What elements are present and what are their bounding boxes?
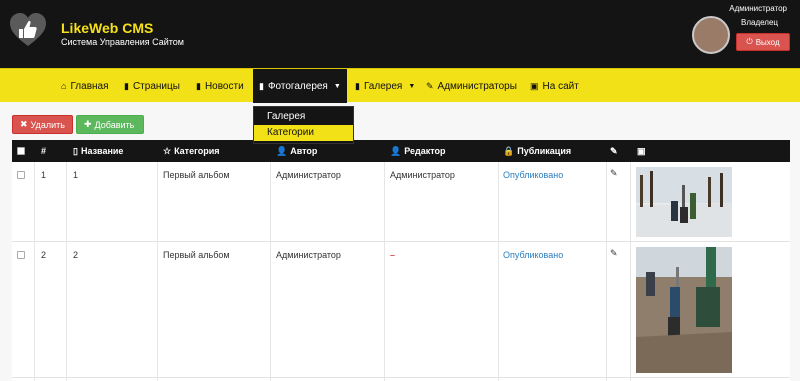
photo-thumbnail[interactable] xyxy=(636,167,732,237)
logout-label: Выход xyxy=(755,37,780,47)
nav-label: Страницы xyxy=(132,80,180,92)
lock-icon: 🔒 xyxy=(503,146,515,156)
column-header-category[interactable]: ☆ Категория xyxy=(163,140,220,162)
image-icon: ▣ xyxy=(530,80,539,91)
caret-down-icon: ▼ xyxy=(333,82,341,90)
file-icon: ▯ xyxy=(73,146,78,156)
column-header-image[interactable]: ▣ xyxy=(637,140,646,162)
app-header: LikeWeb CMS Система Управления Сайтом Ад… xyxy=(0,0,800,68)
nav-item-gallery[interactable]: ▮ Галерея ▼ xyxy=(349,69,421,103)
nav-label: Галерея xyxy=(363,80,403,92)
nav-item-administrators[interactable]: ✎ Администраторы xyxy=(420,69,523,103)
row-number: 2 xyxy=(41,250,47,260)
star-icon: ☆ xyxy=(163,146,172,156)
nav-item-news[interactable]: ▮ Новости xyxy=(190,69,250,103)
row-author: Администратор xyxy=(276,170,341,180)
table-row: 2 2 Первый альбом Администратор – Опубли… xyxy=(12,242,790,378)
nav-label: Фотогалерея xyxy=(267,80,328,92)
column-label: # xyxy=(41,146,47,156)
column-label: Название xyxy=(80,146,124,156)
close-icon: ✖ xyxy=(20,119,28,129)
row-number: 1 xyxy=(41,170,47,180)
edit-icon[interactable]: ✎ xyxy=(610,168,618,179)
row-checkbox[interactable] xyxy=(17,171,25,179)
main-navbar: ⌂ Главная ▮ Страницы ▮ Новости ▮ Фотогал… xyxy=(0,68,800,103)
logo-heart-thumbs-up-icon[interactable] xyxy=(8,10,48,50)
row-title[interactable]: 2 xyxy=(73,250,78,260)
add-label: Добавить xyxy=(94,119,135,130)
power-icon: ⏻ xyxy=(746,37,753,46)
add-button[interactable]: ✚ Добавить xyxy=(76,115,144,134)
nav-item-pages[interactable]: ▮ Страницы xyxy=(118,69,186,103)
column-label: Публикация xyxy=(517,146,572,156)
row-checkbox[interactable] xyxy=(17,251,25,259)
bookmark-icon: ▮ xyxy=(124,80,129,91)
avatar[interactable] xyxy=(692,16,730,54)
wrench-icon: ✎ xyxy=(426,80,434,91)
image-icon: ▣ xyxy=(637,146,646,156)
edit-icon[interactable]: ✎ xyxy=(610,248,618,259)
column-label: Категория xyxy=(174,146,220,156)
photogallery-dropdown: Галерея Категории xyxy=(253,106,354,144)
photo-table: # ▯ Название ☆ Категория 👤 Автор 👤 Редак… xyxy=(12,140,790,381)
column-header-number[interactable]: # xyxy=(41,140,46,162)
row-author: Администратор xyxy=(276,250,341,260)
row-status-link[interactable]: Опубликовано xyxy=(503,250,563,260)
plus-icon: ✚ xyxy=(84,119,92,129)
nav-label: Администраторы xyxy=(437,80,517,92)
row-status-link[interactable]: Опубликовано xyxy=(503,170,563,180)
bookmark-icon: ▮ xyxy=(259,80,264,91)
logout-button[interactable]: ⏻ Выход xyxy=(736,33,790,51)
column-header-publication[interactable]: 🔒 Публикация xyxy=(503,140,571,162)
column-header-editor[interactable]: 👤 Редактор xyxy=(390,140,446,162)
column-label: Редактор xyxy=(404,146,446,156)
nav-item-home[interactable]: ⌂ Главная xyxy=(55,69,115,103)
nav-label: Новости xyxy=(204,80,244,92)
photo-thumbnail[interactable] xyxy=(636,247,732,373)
book-icon: ▮ xyxy=(196,80,201,91)
home-icon: ⌂ xyxy=(61,81,67,91)
nav-label: Главная xyxy=(70,80,109,92)
row-category: Первый альбом xyxy=(163,170,230,180)
bookmark-icon: ▮ xyxy=(355,80,360,91)
user-icon: 👤 xyxy=(390,146,402,156)
delete-button[interactable]: ✖ Удалить xyxy=(12,115,73,134)
brand-subtitle: Система Управления Сайтом xyxy=(61,37,184,47)
nav-item-to-site[interactable]: ▣ На сайт xyxy=(524,69,585,103)
edit-icon: ✎ xyxy=(610,146,618,156)
select-all-checkbox[interactable] xyxy=(17,147,25,155)
row-editor: – xyxy=(390,250,396,260)
row-title[interactable]: 1 xyxy=(73,170,78,180)
dropdown-item-categories[interactable]: Категории xyxy=(254,125,353,141)
column-header-title[interactable]: ▯ Название xyxy=(73,140,123,162)
table-row: 1 1 Первый альбом Администратор Админист… xyxy=(12,162,790,242)
user-name: Администратор xyxy=(729,4,787,13)
caret-down-icon: ▼ xyxy=(408,82,416,90)
dropdown-item-gallery[interactable]: Галерея xyxy=(254,109,353,125)
delete-label: Удалить xyxy=(30,119,65,130)
row-editor: Администратор xyxy=(390,170,455,180)
table-header: # ▯ Название ☆ Категория 👤 Автор 👤 Редак… xyxy=(12,140,790,162)
nav-label: На сайт xyxy=(542,80,579,92)
user-role: Владелец xyxy=(741,18,779,27)
row-category: Первый альбом xyxy=(163,250,230,260)
column-header-edit[interactable]: ✎ xyxy=(610,140,618,162)
brand-title[interactable]: LikeWeb CMS xyxy=(61,20,153,36)
nav-item-photogallery[interactable]: ▮ Фотогалерея ▼ xyxy=(253,69,347,103)
